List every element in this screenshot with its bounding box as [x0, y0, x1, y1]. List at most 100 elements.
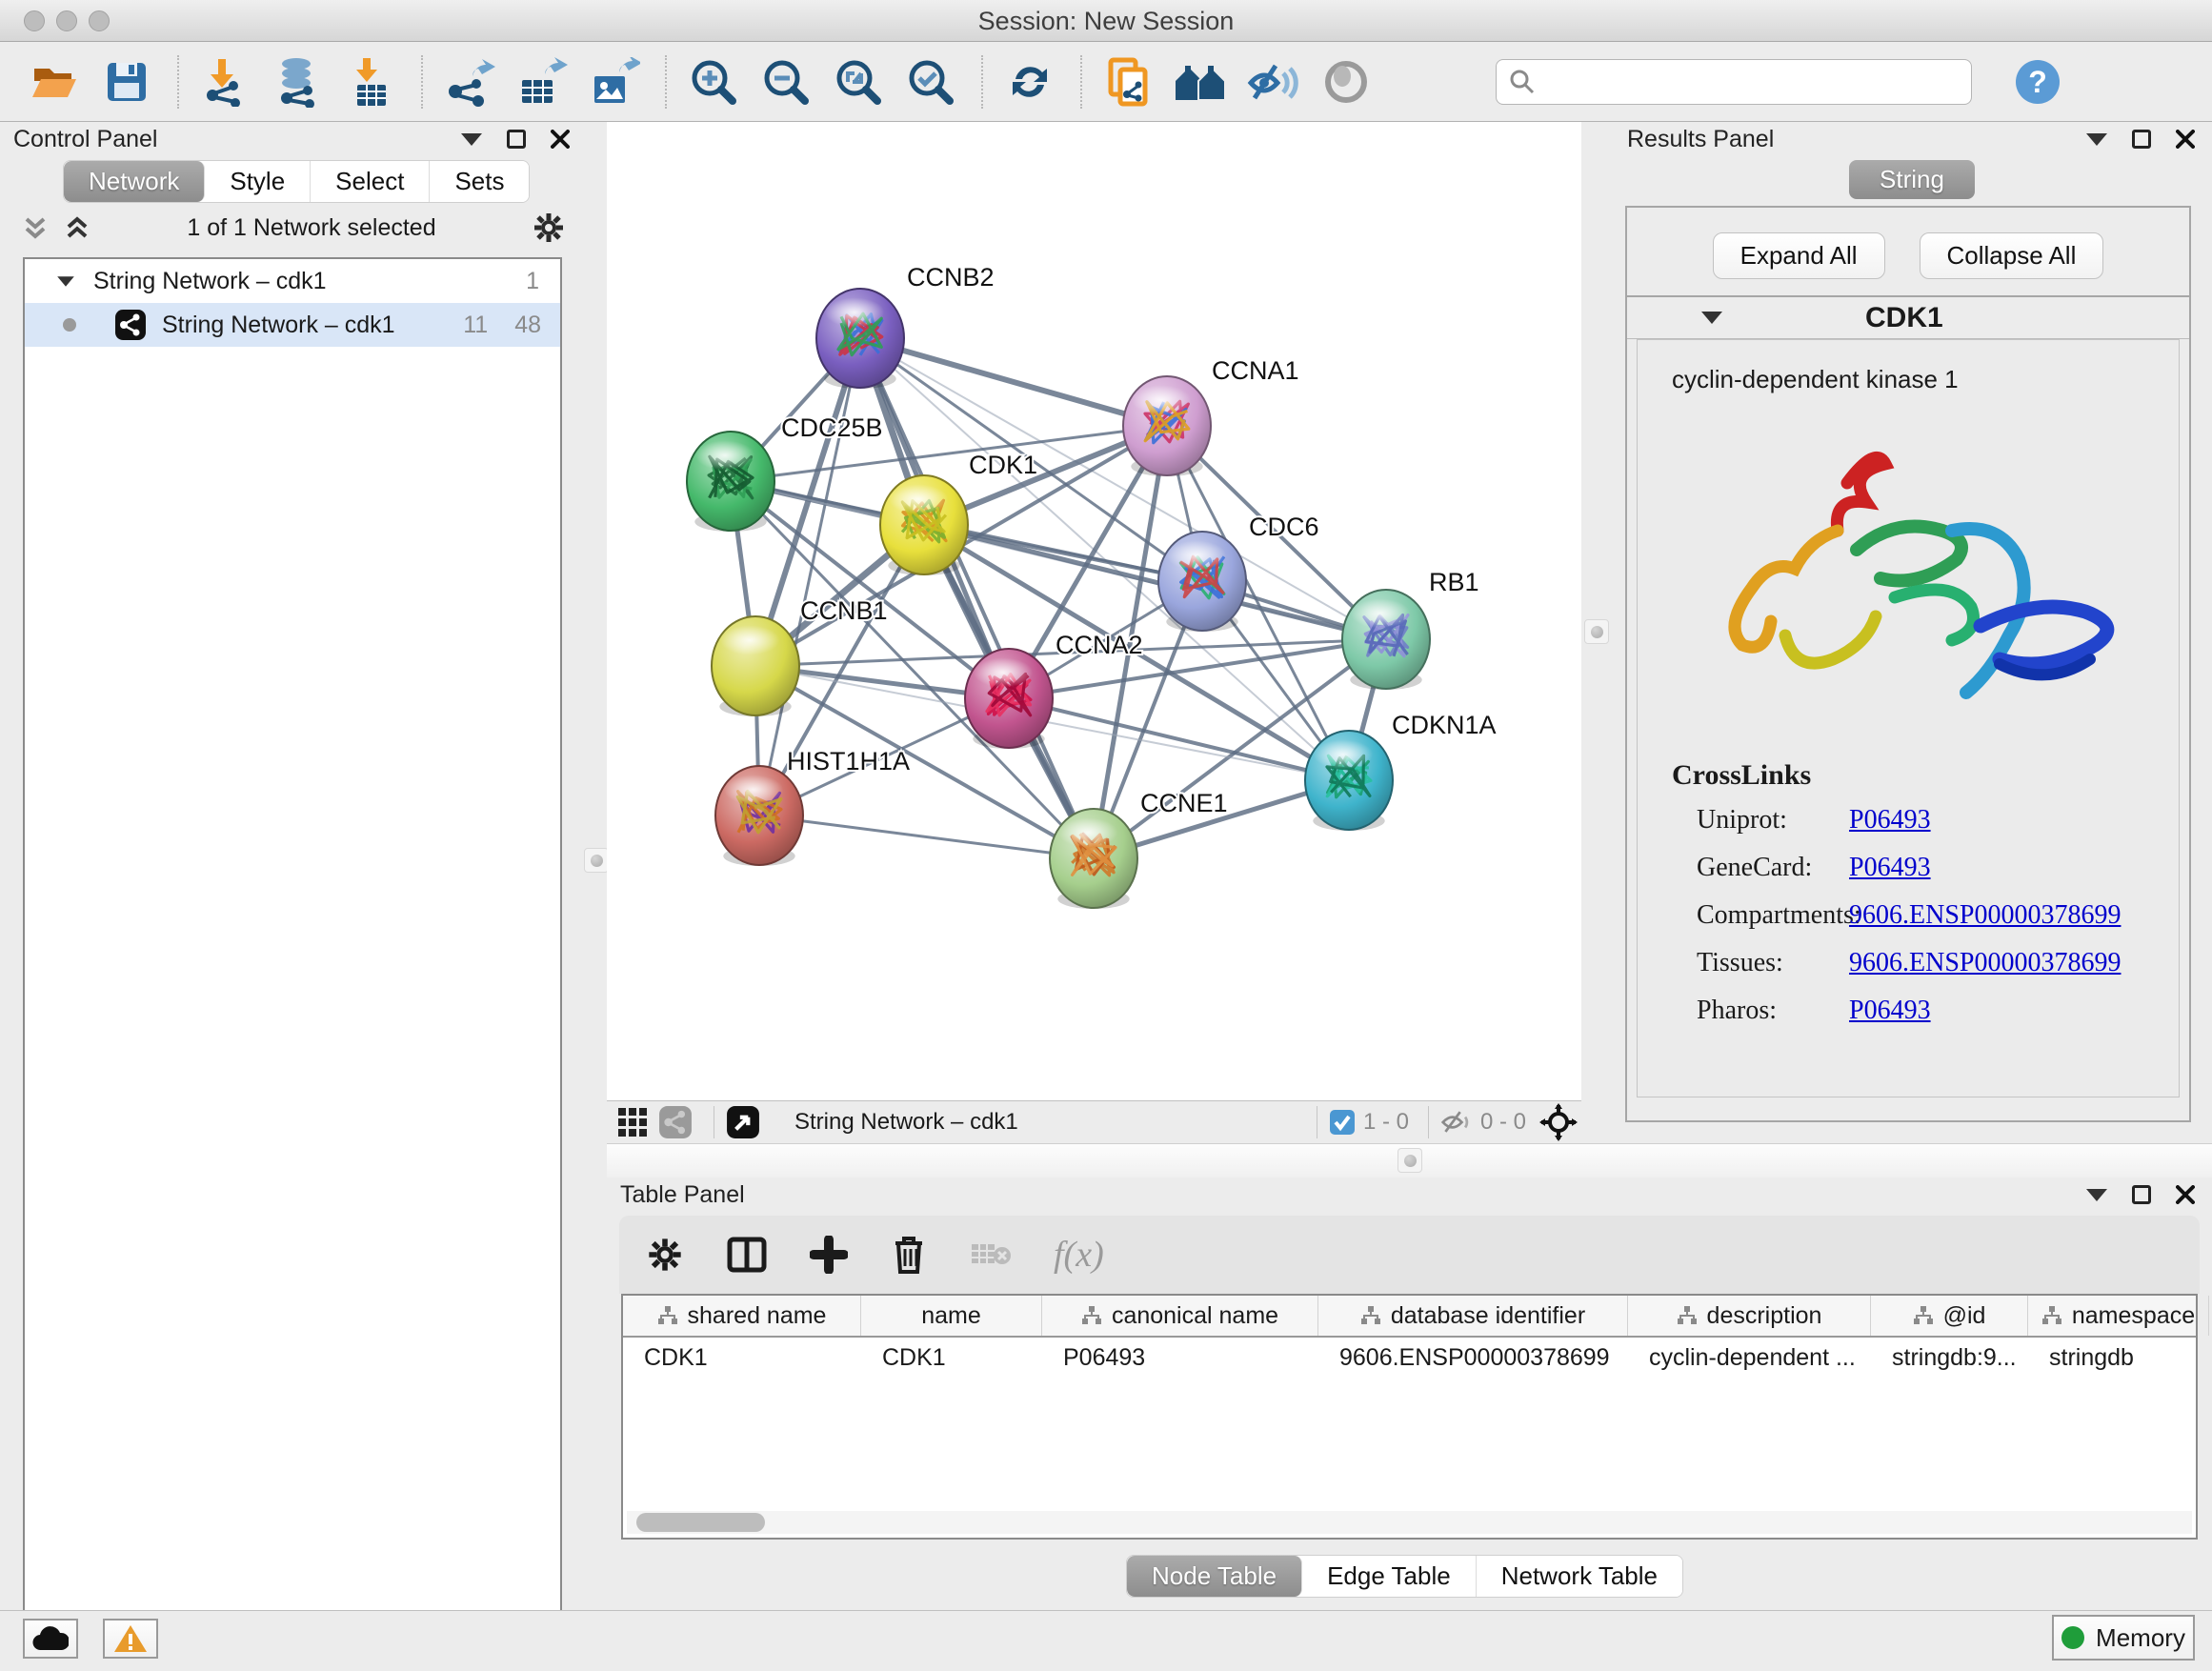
expand-all-networks-icon[interactable] — [63, 213, 91, 242]
column-header-namespace[interactable]: namespace — [2028, 1296, 2209, 1336]
float-panel-icon[interactable] — [507, 130, 526, 149]
network-node-CCNB1[interactable]: CCNB1 — [712, 596, 888, 716]
tab-network[interactable]: Network — [64, 161, 205, 202]
table-row[interactable]: CDK1CDK1P064939606.ENSP00000378699cyclin… — [623, 1338, 2196, 1378]
export-table-icon[interactable] — [514, 54, 570, 110]
tab-style[interactable]: Style — [205, 161, 311, 202]
warning-status-button[interactable] — [103, 1619, 158, 1659]
node-label: HIST1H1A — [787, 747, 910, 775]
crosslink-link[interactable]: P06493 — [1849, 996, 1931, 1026]
panel-menu-icon[interactable] — [461, 133, 482, 146]
network-node-HIST1H1A[interactable]: HIST1H1A — [715, 747, 910, 866]
save-session-icon[interactable] — [99, 54, 154, 110]
collapse-all-networks-icon[interactable] — [21, 213, 50, 242]
left-splitter-handle[interactable] — [584, 848, 609, 873]
network-graph[interactable]: CCNB2CCNA1CDC25BCDK1CDC6RB1CCNB1CCNA2CDK… — [607, 122, 1581, 1100]
show-panel-eye-icon[interactable] — [1318, 54, 1374, 110]
network-node-CCNA1[interactable]: CCNA1 — [1123, 356, 1299, 476]
gene-expander-icon[interactable] — [1701, 312, 1722, 324]
cloud-status-button[interactable] — [23, 1619, 78, 1659]
network-options-gear-icon[interactable] — [532, 211, 566, 245]
tab-node-table[interactable]: Node Table — [1127, 1556, 1302, 1597]
birds-eye-view-icon[interactable] — [726, 1105, 760, 1139]
left-splitter[interactable] — [587, 122, 607, 1608]
float-panel-icon[interactable] — [2132, 1185, 2151, 1204]
network-row[interactable]: String Network – cdk1 11 48 — [25, 303, 560, 347]
collapse-all-button[interactable]: Collapse All — [1920, 232, 2104, 279]
crosslink-link[interactable]: 9606.ENSP00000378699 — [1849, 900, 2121, 931]
column-header-description[interactable]: description — [1628, 1296, 1871, 1336]
node-table: shared namenamecanonical namedatabase id… — [621, 1294, 2198, 1540]
network-canvas[interactable]: CCNB2CCNA1CDC25BCDK1CDC6RB1CCNB1CCNA2CDK… — [607, 122, 1581, 1100]
results-panel-header: Results Panel — [1612, 122, 2212, 156]
crosslink-link[interactable]: 9606.ENSP00000378699 — [1849, 948, 2121, 978]
table-options-gear-icon[interactable] — [646, 1236, 684, 1274]
gene-section-header[interactable]: CDK1 — [1627, 297, 2189, 339]
crosslink-link[interactable]: P06493 — [1849, 853, 1931, 883]
export-image-icon[interactable] — [587, 54, 642, 110]
column-header-database-identifier[interactable]: database identifier — [1318, 1296, 1628, 1336]
memory-status-dot — [2061, 1626, 2084, 1649]
column-header-@id[interactable]: @id — [1871, 1296, 2028, 1336]
column-header-canonical-name[interactable]: canonical name — [1042, 1296, 1318, 1336]
scrollbar-thumb[interactable] — [636, 1513, 765, 1532]
network-collection-row[interactable]: String Network – cdk1 1 — [25, 259, 560, 303]
delete-table-icon — [970, 1238, 1012, 1271]
crosslink-link[interactable]: P06493 — [1849, 805, 1931, 836]
string-home-icon[interactable] — [1174, 54, 1229, 110]
import-network-database-icon[interactable] — [271, 54, 326, 110]
close-panel-icon[interactable] — [2176, 1185, 2195, 1204]
close-panel-icon[interactable] — [2176, 130, 2195, 149]
memory-button[interactable]: Memory — [2052, 1615, 2195, 1661]
network-node-RB1[interactable]: RB1 — [1342, 568, 1479, 690]
network-node-CDC25B[interactable]: CDC25B — [687, 413, 883, 532]
tab-network-table[interactable]: Network Table — [1477, 1556, 1682, 1597]
show-columns-icon[interactable] — [726, 1234, 768, 1276]
hide-panel-eye-icon[interactable] — [1246, 54, 1301, 110]
import-network-file-icon[interactable] — [198, 54, 253, 110]
expand-all-button[interactable]: Expand All — [1713, 232, 1885, 279]
column-header-name[interactable]: name — [861, 1296, 1042, 1336]
help-icon[interactable]: ? — [2010, 54, 2065, 110]
tab-string[interactable]: String — [1849, 160, 1975, 199]
open-session-icon[interactable] — [27, 54, 82, 110]
close-panel-icon[interactable] — [551, 130, 570, 149]
zoom-out-icon[interactable] — [758, 54, 814, 110]
tab-select[interactable]: Select — [311, 161, 430, 202]
float-panel-icon[interactable] — [2132, 130, 2151, 149]
add-column-icon[interactable] — [810, 1236, 848, 1274]
horizontal-splitter[interactable] — [607, 1143, 2212, 1178]
annotations-icon[interactable] — [1101, 54, 1156, 110]
zoom-fit-icon[interactable] — [831, 54, 886, 110]
zoom-selected-icon[interactable] — [903, 54, 958, 110]
network-share-view-icon[interactable] — [658, 1105, 693, 1139]
zoom-in-icon[interactable] — [686, 54, 741, 110]
right-splitter[interactable] — [1581, 122, 1612, 1143]
right-splitter-handle[interactable] — [1584, 619, 1609, 644]
delete-column-icon[interactable] — [890, 1234, 928, 1276]
import-table-icon[interactable] — [343, 54, 398, 110]
tab-sets[interactable]: Sets — [430, 161, 529, 202]
grid-view-icon[interactable] — [616, 1106, 649, 1138]
tab-edge-table[interactable]: Edge Table — [1302, 1556, 1477, 1597]
network-node-CDKN1A[interactable]: CDKN1A — [1305, 711, 1497, 831]
collection-expander-icon[interactable] — [57, 276, 74, 286]
panel-menu-icon[interactable] — [2086, 1189, 2107, 1201]
collection-label: String Network – cdk1 — [93, 268, 327, 295]
fit-selected-crosshair-icon[interactable] — [1539, 1103, 1578, 1141]
toolbar-separator — [981, 55, 983, 109]
horizontal-splitter-handle[interactable] — [1398, 1148, 1422, 1173]
panel-menu-icon[interactable] — [2086, 133, 2107, 146]
toolbar-search[interactable] — [1496, 59, 1972, 105]
search-input[interactable] — [1537, 68, 1946, 96]
refresh-icon[interactable] — [1002, 54, 1057, 110]
network-selection-bar: 1 of 1 Network selected — [0, 203, 587, 252]
export-network-icon[interactable] — [442, 54, 497, 110]
table-horizontal-scrollbar[interactable] — [627, 1511, 2192, 1534]
network-node-CCNE1[interactable]: CCNE1 — [1050, 789, 1228, 909]
selected-checkbox-icon[interactable] — [1329, 1109, 1356, 1136]
column-header-shared-name[interactable]: shared name — [623, 1296, 861, 1336]
network-node-CDC6[interactable]: CDC6 — [1158, 513, 1319, 632]
table-cell: stringdb:9... — [1871, 1344, 2028, 1372]
network-node-count: 11 — [463, 312, 488, 339]
